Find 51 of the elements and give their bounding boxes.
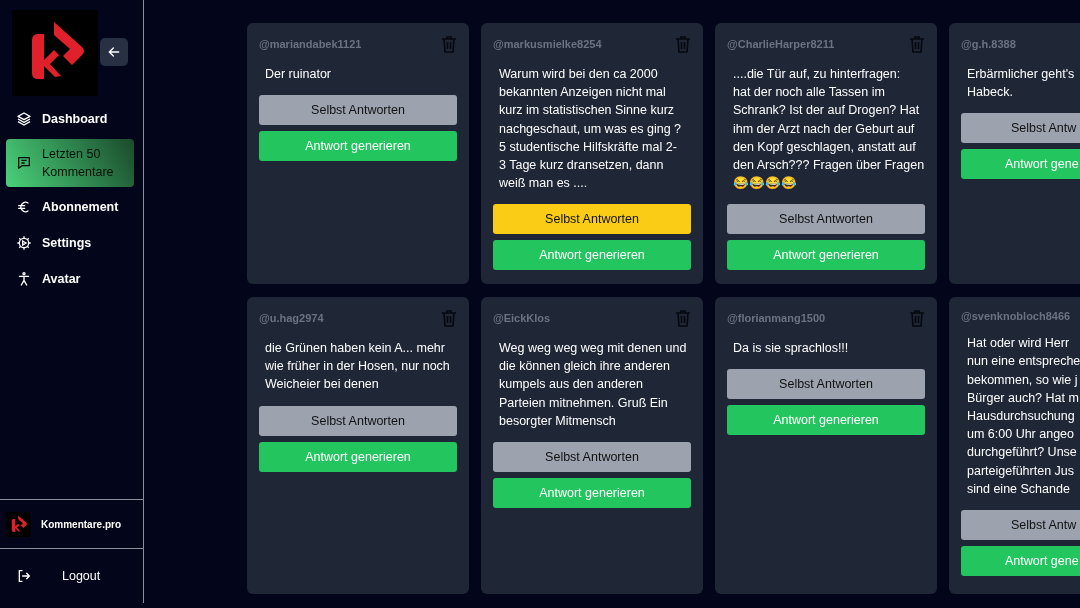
comment-text: Warum wird bei den ca 2000 bekannten Anzeigen nicht mal kurz im statistischen Sinne kurz nachgeschaut, um was es ging ? 5 studentische Hilfskräfte mal 2- 3 Tage kurz dransetzen, dann weiß man es ....: [499, 66, 683, 193]
trash-icon[interactable]: [441, 35, 457, 53]
username: @EickKlos: [493, 312, 551, 324]
logo-icon: [12, 10, 98, 96]
reply-yourself-button[interactable]: Selbst Antworten: [727, 204, 925, 235]
trash-icon[interactable]: [675, 35, 691, 53]
nav-label: Letzten 50 Kommentare: [42, 146, 115, 181]
reply-yourself-button[interactable]: Selbst Antworten: [727, 369, 925, 400]
comment-text: Der ruinator: [265, 66, 332, 83]
layers-icon: [16, 111, 32, 127]
username: @CharlieHarper8211: [727, 38, 835, 50]
username: @florianmang1500: [727, 312, 826, 324]
nav-label: Settings: [42, 235, 92, 252]
username: @svenknobloch8466: [961, 309, 1071, 322]
comment-text: Da is sie sprachlos!!!: [733, 340, 850, 357]
comment-text: ....die Tür auf, zu hinterfragen: hat der noch alle Tassen im Schrank? Ist der auf Drogen? Hat ihm der Arzt nach der Geburt auf den Kopf geschlagen, anstatt auf den Arsch??? Fragen über Fragen 😂😂😂😂: [733, 66, 925, 193]
reply-yourself-button[interactable]: Selbst Antw: [961, 510, 1080, 540]
nav-label: Avatar: [42, 271, 81, 288]
reply-yourself-button[interactable]: Selbst Antw: [961, 113, 1080, 144]
reply-yourself-button[interactable]: Selbst Antworten: [493, 204, 691, 235]
username: @g.h.8388: [961, 38, 1016, 50]
back-button[interactable]: [100, 38, 128, 66]
comment-text: Erbärmlicher geht's Habeck.: [967, 66, 1076, 102]
nav-item[interactable]: Abonnement: [6, 189, 134, 225]
arrow-left-icon: [106, 44, 122, 60]
reply-yourself-button[interactable]: Selbst Antworten: [493, 442, 691, 472]
logo-icon: [6, 511, 31, 537]
username: @u.hag2974: [259, 312, 324, 324]
username: @mariandabek1121: [259, 38, 362, 50]
trash-icon[interactable]: [909, 35, 925, 53]
logout-button[interactable]: Logout: [0, 549, 143, 603]
settings-icon: [16, 235, 32, 251]
brand-name: Kommentare.pro: [41, 518, 121, 530]
nav-label: Abonnement: [42, 199, 119, 216]
comment-text: Hat oder wird Herr nun eine entspreche bekommen, so wie j Bürger auch? Hat m Hausdurchsuchung um 6:00 Uhr angeo durchgeführt? Unse parteigeführten Jus sind eine Schande: [967, 335, 1080, 498]
nav-item[interactable]: Avatar: [6, 261, 134, 297]
nav-item[interactable]: Settings: [6, 225, 134, 261]
comment-text: Weg weg weg weg mit denen und die können gleich ihre anderen kumpels aus den anderen Parteien mitnehmen. Gruß Ein besorgter Mitmensch: [499, 340, 688, 430]
reply-yourself-button[interactable]: Selbst Antworten: [259, 405, 457, 436]
trash-icon[interactable]: [441, 309, 457, 327]
logout-icon: [16, 568, 32, 584]
reply-yourself-button[interactable]: Selbst Antworten: [259, 95, 457, 126]
person-icon: [16, 271, 32, 287]
username: @markusmielke8254: [493, 38, 602, 50]
comment-text: die Grünen haben kein A... mehr wie früher in der Hosen, nur noch Weicheier bei denen: [265, 340, 451, 394]
trash-icon[interactable]: [909, 309, 925, 327]
trash-icon[interactable]: [675, 309, 691, 327]
chat-icon: [16, 155, 32, 171]
nav-item[interactable]: Letzten 50 Kommentare: [6, 139, 134, 187]
nav-item[interactable]: Dashboard: [6, 101, 134, 137]
nav-label: Dashboard: [42, 111, 108, 128]
